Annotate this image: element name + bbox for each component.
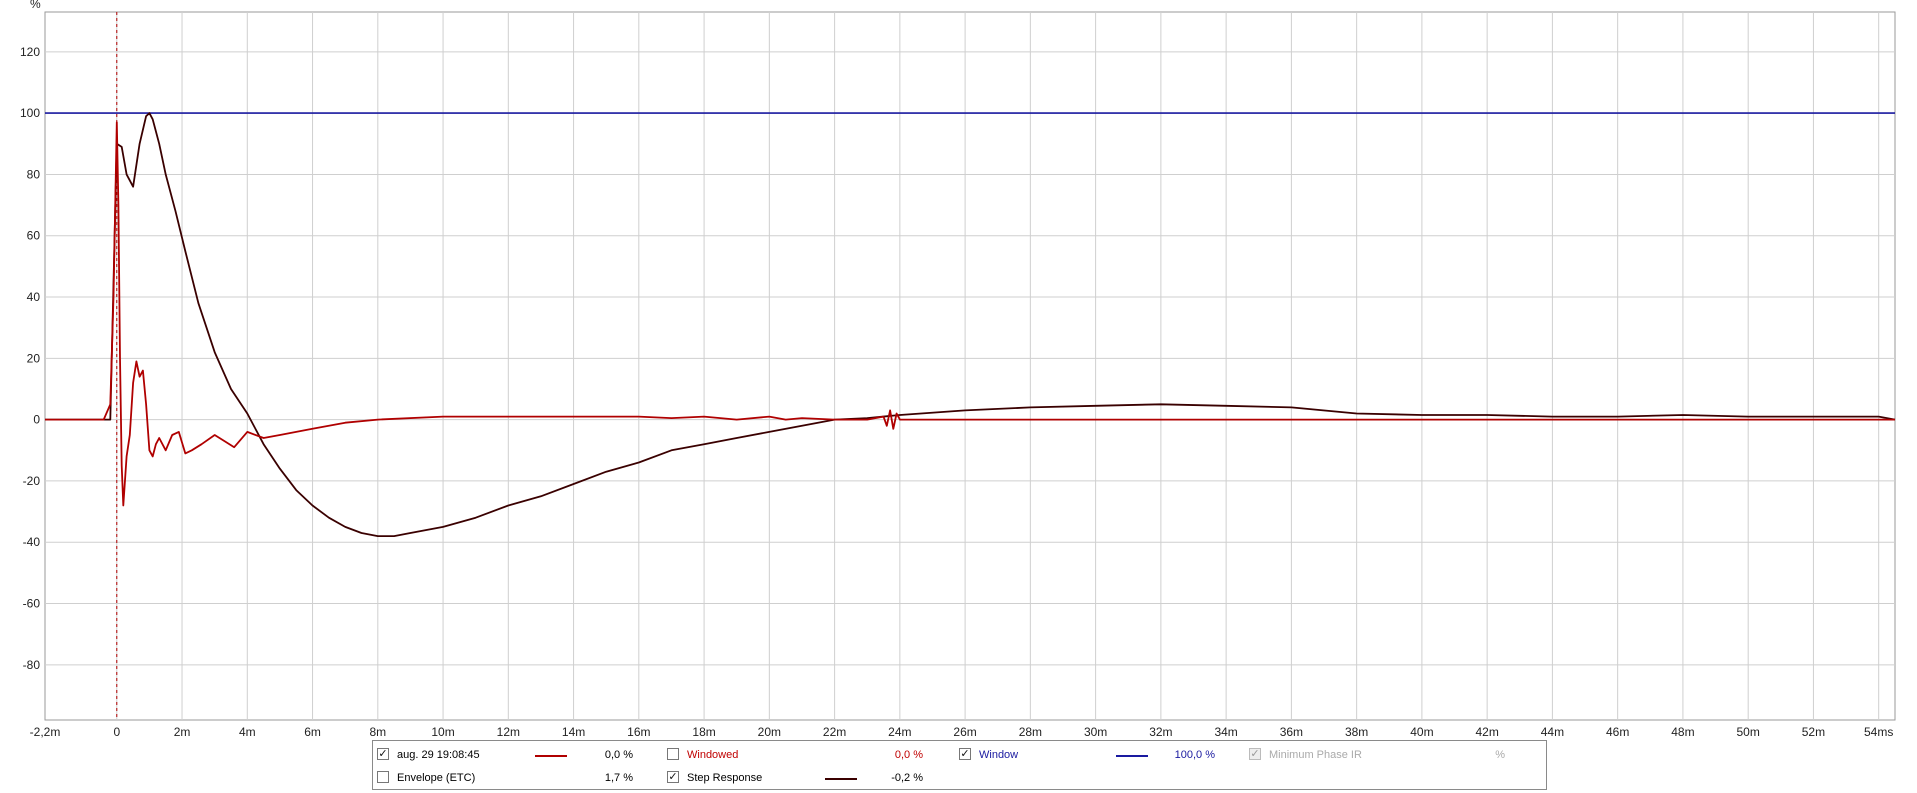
y-tick-label: 100: [20, 106, 40, 120]
x-tick-label: 6m: [304, 725, 321, 739]
x-tick-label: 38m: [1345, 725, 1368, 739]
x-tick-label: 24m: [888, 725, 911, 739]
legend-label-step-response: Step Response: [687, 772, 763, 784]
x-tick-label: 40m: [1410, 725, 1433, 739]
y-tick-label: 120: [20, 45, 40, 59]
x-tick-label: 44m: [1541, 725, 1564, 739]
x-tick-label: 20m: [758, 725, 781, 739]
x-tick-label: 32m: [1149, 725, 1172, 739]
x-tick-label: 52m: [1802, 725, 1825, 739]
y-unit-label: %: [30, 0, 41, 11]
x-tick-label: 0: [113, 725, 120, 739]
checkbox-windowed[interactable]: [667, 748, 679, 760]
x-tick-label: 36m: [1280, 725, 1303, 739]
x-tick-label: 34m: [1214, 725, 1237, 739]
legend-label-envelope-etc: Envelope (ETC): [397, 772, 476, 784]
x-tick-label: 4m: [239, 725, 256, 739]
y-tick-label: 0: [33, 413, 40, 427]
legend-swatch-step-response: [825, 778, 857, 780]
y-tick-label: -40: [23, 535, 41, 549]
y-axis-ticks: 120 100 80 60 40 20 0 -20 -40 -60 -80: [20, 45, 40, 672]
legend-swatch-window: [1116, 755, 1148, 757]
x-tick-label: 48m: [1671, 725, 1694, 739]
x-tick-label: 16m: [627, 725, 650, 739]
legend-value-windowed: 0,0 %: [894, 749, 923, 761]
legend-label-measurement: aug. 29 19:08:45: [397, 749, 480, 761]
y-tick-label: -20: [23, 474, 41, 488]
x-tick-label: 12m: [497, 725, 520, 739]
y-tick-label: 40: [27, 290, 41, 304]
y-tick-label: 20: [27, 351, 41, 365]
legend-row-2: Envelope (ETC) 1,7 % ✓ Step Response -0,…: [373, 767, 1546, 789]
legend-value-minimum-phase-ir: %: [1495, 749, 1505, 761]
checkbox-step-response[interactable]: ✓: [667, 771, 679, 783]
x-tick-label: 18m: [692, 725, 715, 739]
x-tick-label: 54ms: [1864, 725, 1893, 739]
legend-row-1: ✓ aug. 29 19:08:45 0,0 % Windowed 0,0 % …: [373, 744, 1546, 766]
x-tick-label: 42m: [1475, 725, 1498, 739]
x-tick-label: 22m: [823, 725, 846, 739]
impulse-response-plot[interactable]: -2,2m 0 2m 4m 6m 8m 10m 12m 14m 16m 18m 20m 22m 24m 26…: [0, 0, 1917, 740]
x-tick-label: 2m: [174, 725, 191, 739]
x-tick-label: 8m: [369, 725, 386, 739]
legend-panel: ✓ aug. 29 19:08:45 0,0 % Windowed 0,0 % …: [372, 740, 1547, 790]
x-tick-label: 30m: [1084, 725, 1107, 739]
legend-value-measurement: 0,0 %: [604, 749, 633, 761]
x-tick-label: 50m: [1737, 725, 1760, 739]
x-tick-label: -2,2m: [30, 725, 61, 739]
x-tick-label: 10m: [431, 725, 454, 739]
legend-value-step-response: -0,2 %: [891, 772, 923, 784]
legend-label-minimum-phase-ir: Minimum Phase IR: [1269, 749, 1362, 761]
legend-label-window: Window: [979, 749, 1019, 761]
checkbox-minimum-phase-ir[interactable]: ✓: [1249, 748, 1261, 760]
checkbox-envelope-etc[interactable]: [377, 771, 389, 783]
x-axis-ticks: -2,2m 0 2m 4m 6m 8m 10m 12m 14m 16m 18m 20m 22m 24m 26…: [30, 725, 1894, 739]
x-tick-label: 46m: [1606, 725, 1629, 739]
x-tick-label: 28m: [1019, 725, 1042, 739]
y-tick-label: -80: [23, 658, 41, 672]
x-tick-label: 26m: [953, 725, 976, 739]
y-tick-label: 80: [27, 167, 41, 181]
legend-swatch-measurement: [535, 755, 567, 757]
checkbox-window[interactable]: ✓: [959, 748, 971, 760]
y-tick-label: -60: [23, 597, 41, 611]
legend-value-envelope-etc: 1,7 %: [604, 772, 633, 784]
legend-label-windowed: Windowed: [687, 749, 739, 761]
y-tick-label: 60: [27, 229, 41, 243]
x-tick-label: 14m: [562, 725, 585, 739]
legend-value-window: 100,0 %: [1174, 749, 1215, 761]
checkbox-measurement[interactable]: ✓: [377, 748, 389, 760]
